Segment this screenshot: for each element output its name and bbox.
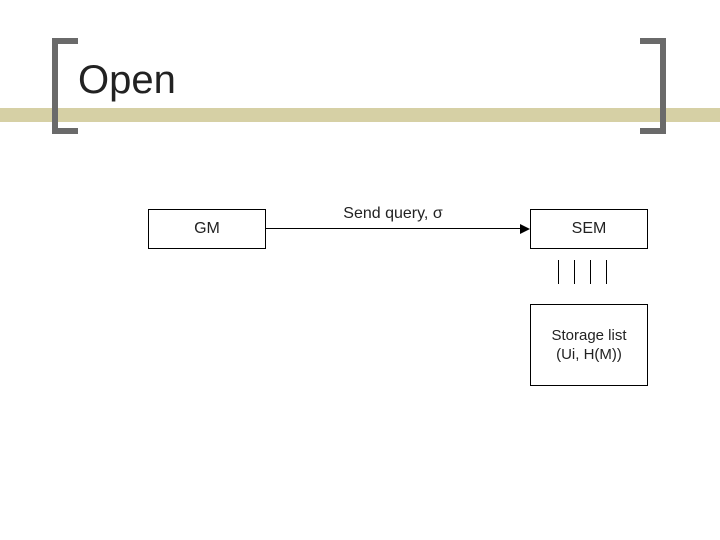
arrow-label: Send query, σ [266,205,520,223]
connector-tick [590,260,591,284]
arrow-head-icon [520,224,530,234]
title-bracket-right [640,38,666,134]
storage-box-line1: Storage list [551,326,626,346]
gm-box: GM [148,209,266,249]
arrow-line [266,228,520,229]
sem-box-label: SEM [572,220,607,238]
connector-tick [606,260,607,284]
sem-storage-connector-ticks [540,258,636,288]
page-title: Open [78,58,176,103]
sem-box: SEM [530,209,648,249]
connector-tick [574,260,575,284]
title-underline-band [0,108,720,122]
connector-tick [558,260,559,284]
title-bracket-left [52,38,78,134]
gm-box-label: GM [194,220,220,238]
storage-box: Storage list (Ui, H(M)) [530,304,648,386]
storage-box-line2: (Ui, H(M)) [556,345,622,365]
